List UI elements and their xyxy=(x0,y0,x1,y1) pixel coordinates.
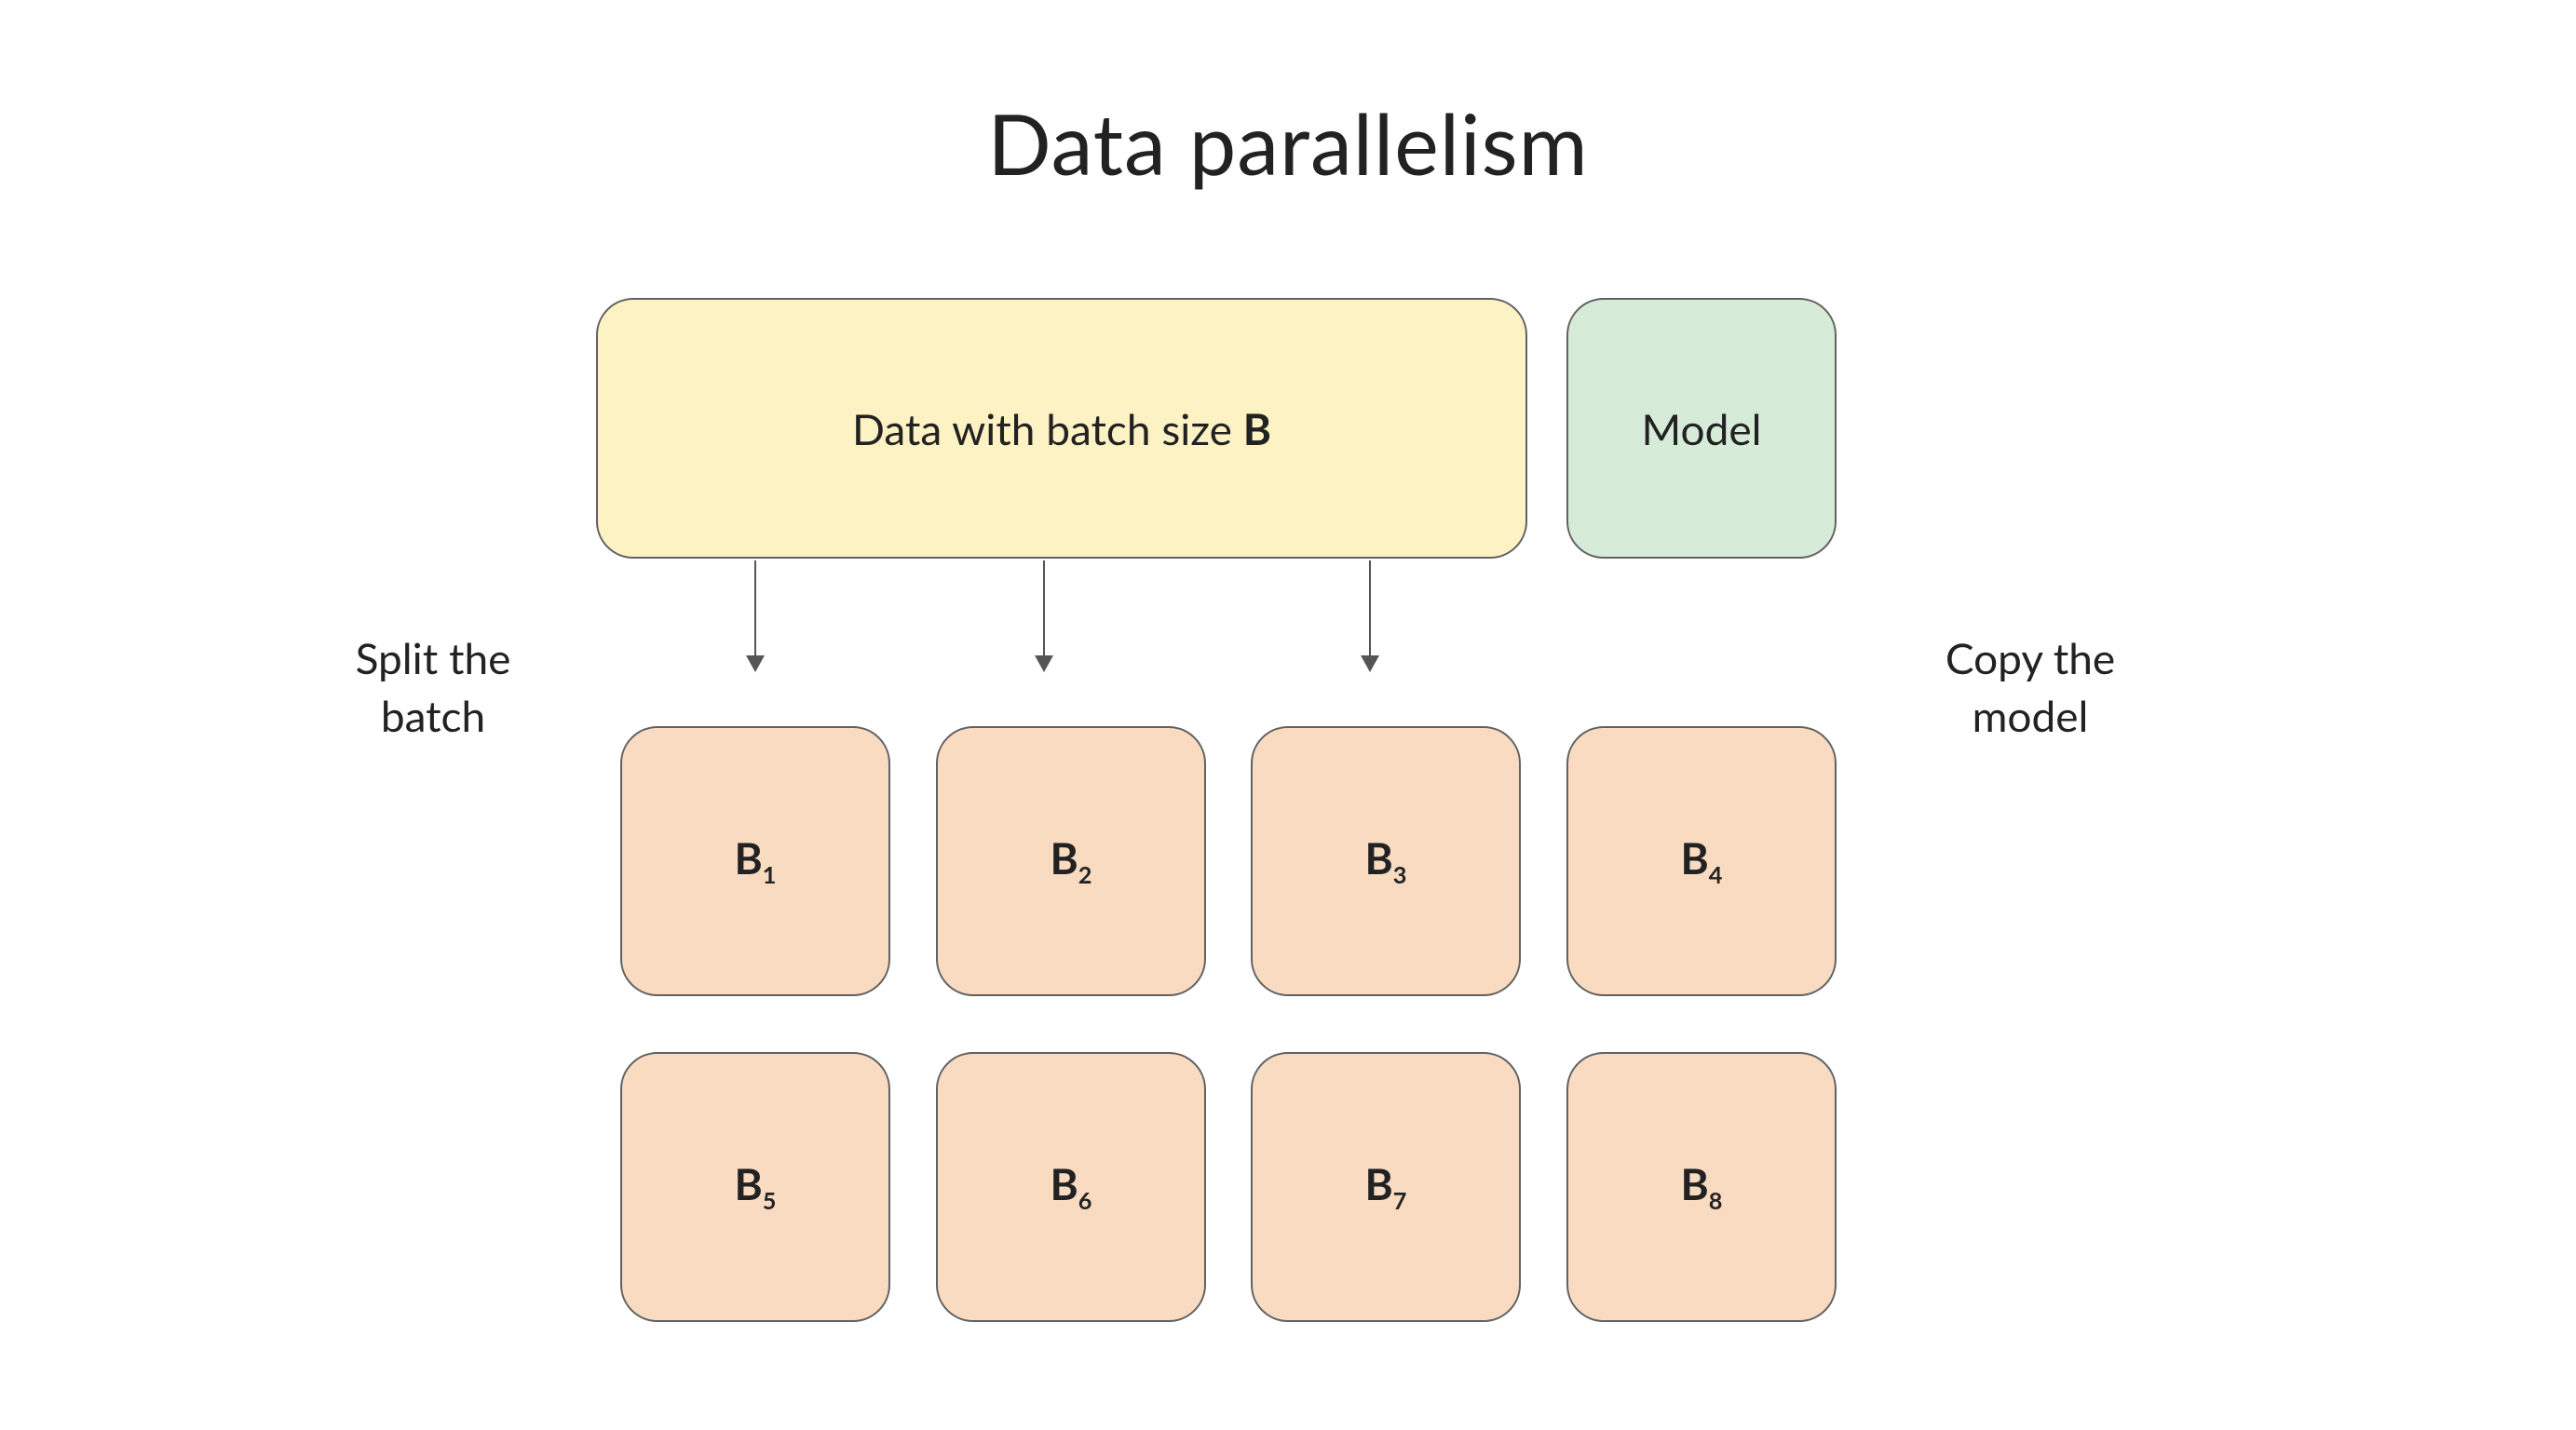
model-box: Model xyxy=(1566,298,1837,559)
diagram-title: Data parallelism xyxy=(0,93,2576,194)
data-box-text: Data with batch size xyxy=(852,403,1243,454)
split-batch-label: Split thebatch xyxy=(289,629,577,745)
batch-box-6: B6 xyxy=(936,1052,1206,1322)
batch-box-3: B3 xyxy=(1251,726,1521,996)
arrow-down-icon xyxy=(1369,560,1371,670)
diagram-stage: Data parallelism Data with batch size B … xyxy=(0,0,2576,1430)
model-box-label: Model xyxy=(1642,403,1762,454)
batch-box-2: B2 xyxy=(936,726,1206,996)
batch-box-4: B4 xyxy=(1566,726,1837,996)
arrow-down-icon xyxy=(754,560,756,670)
data-box: Data with batch size B xyxy=(596,298,1527,559)
batch-box-7: B7 xyxy=(1251,1052,1521,1322)
batch-box-5: B5 xyxy=(620,1052,890,1322)
copy-model-label: Copy themodel xyxy=(1881,629,2179,745)
arrow-down-icon xyxy=(1043,560,1045,670)
batch-box-8: B8 xyxy=(1566,1052,1837,1322)
batch-box-1: B1 xyxy=(620,726,890,996)
data-box-bold: B xyxy=(1243,403,1271,454)
